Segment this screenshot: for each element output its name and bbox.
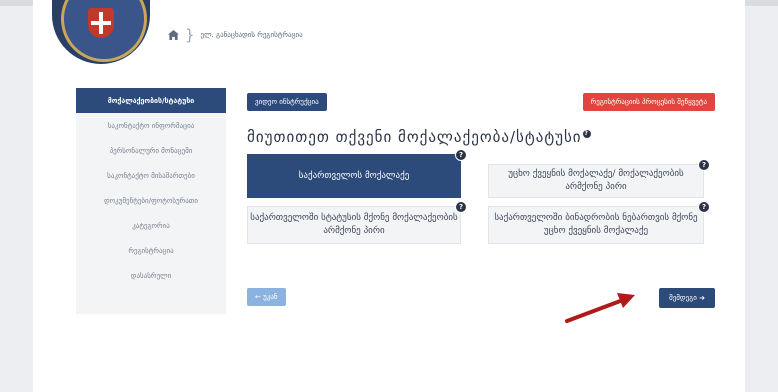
option-foreign-residence-permit[interactable]: საქართველოში ბინადრობის ნებართვის მქონე … bbox=[488, 201, 710, 244]
sidebar-item-addresses[interactable]: საკონტაქტო მისამართები bbox=[76, 163, 226, 188]
video-instruction-button[interactable]: ვიდეო ინსტრუქცია bbox=[247, 93, 327, 111]
breadcrumb-separator: } bbox=[185, 26, 195, 44]
help-icon[interactable]: ? bbox=[698, 201, 710, 213]
next-button[interactable]: შემდეგი ➜ bbox=[659, 288, 715, 308]
help-icon[interactable]: ? bbox=[455, 149, 467, 161]
help-icon[interactable]: ? bbox=[582, 130, 591, 138]
back-button[interactable]: ← უკან bbox=[247, 288, 286, 306]
option-label: საქართველოში სტატუსის მქონე მოქალაქეობის… bbox=[250, 213, 458, 236]
option-stateless-with-status[interactable]: საქართველოში სტატუსის მქონე მოქალაქეობის… bbox=[247, 201, 467, 244]
annotation-arrow-icon bbox=[565, 293, 635, 323]
home-icon[interactable] bbox=[168, 30, 179, 40]
sidebar-item-finish[interactable]: დასასრული bbox=[76, 263, 226, 288]
page-title-text: მიუთითეთ თქვენი მოქალაქეობა/სტატუსი bbox=[247, 128, 582, 146]
sidebar-item-personal-data[interactable]: პერსონალური მონაცემი bbox=[76, 138, 226, 163]
option-label: უცხო ქვეყნის მოქალაქე/ მოქალაქეობის არმქ… bbox=[508, 169, 684, 192]
breadcrumb-current[interactable]: ელ. განაცხადის რეგისტრაცია bbox=[201, 31, 303, 39]
sidebar-item-citizenship[interactable]: მოქალაქეობის/სტატუსი bbox=[76, 88, 226, 113]
breadcrumb: } ელ. განაცხადის რეგისტრაცია bbox=[168, 26, 303, 44]
option-label: საქართველოში ბინადრობის ნებართვის მქონე … bbox=[494, 213, 698, 236]
emblem-cross-h bbox=[91, 21, 111, 25]
page-title: მიუთითეთ თქვენი მოქალაქეობა/სტატუსი ? bbox=[247, 128, 591, 146]
sidebar: მოქალაქეობის/სტატუსი საკონტაქტო ინფორმაც… bbox=[76, 88, 226, 314]
sidebar-item-registration[interactable]: რეგისტრაცია bbox=[76, 238, 226, 263]
main-panel: ვიდეო ინსტრუქცია რეგისტრაციის პროცესის შ… bbox=[236, 88, 722, 316]
option-label: საქართველოს მოქალაქე bbox=[298, 170, 410, 181]
sidebar-item-category[interactable]: კატეგორია bbox=[76, 213, 226, 238]
help-icon[interactable]: ? bbox=[698, 159, 710, 171]
help-icon[interactable]: ? bbox=[455, 201, 467, 213]
cancel-registration-button[interactable]: რეგისტრაციის პროცესის შეწყვეტა bbox=[582, 93, 715, 111]
sidebar-item-contact-info[interactable]: საკონტაქტო ინფორმაცია bbox=[76, 113, 226, 138]
option-georgian-citizen[interactable]: საქართველოს მოქალაქე ? bbox=[247, 149, 467, 198]
sidebar-item-documents[interactable]: დოკუმენტები/ფოტოსურათი bbox=[76, 188, 226, 213]
option-foreign-citizen[interactable]: უცხო ქვეყნის მოქალაქე/ მოქალაქეობის არმქ… bbox=[488, 159, 710, 198]
